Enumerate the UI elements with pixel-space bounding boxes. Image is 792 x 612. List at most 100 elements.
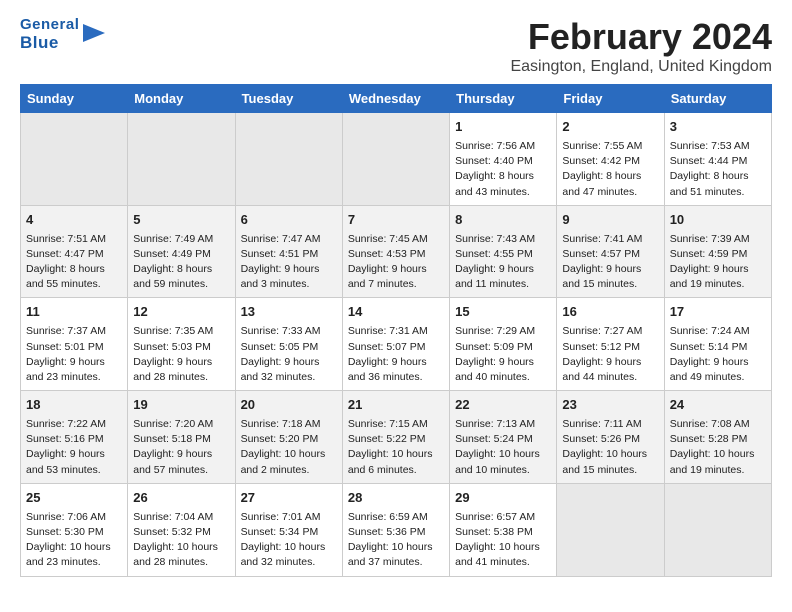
- day-info: Sunrise: 7:39 AM Sunset: 4:59 PM Dayligh…: [670, 232, 766, 293]
- header: General Blue February 2024 Easington, En…: [20, 16, 772, 76]
- calendar-cell: 29 Sunrise: 6:57 AM Sunset: 5:38 PM Dayli…: [450, 483, 557, 576]
- logo-flag-icon: [83, 24, 105, 42]
- calendar-cell: 26Sunrise: 7:04 AM Sunset: 5:32 PM Dayli…: [128, 483, 235, 576]
- day-number: 20: [241, 396, 337, 415]
- day-info: Sunrise: 7:01 AM Sunset: 5:34 PM Dayligh…: [241, 510, 337, 571]
- weekday-header: Monday: [128, 85, 235, 113]
- logo: General Blue: [20, 16, 105, 53]
- calendar-week-row: 1 Sunrise: 7:56 AM Sunset: 4:40 PM Daylig…: [21, 113, 772, 206]
- calendar-cell: 9 Sunrise: 7:41 AM Sunset: 4:57 PM Daylig…: [557, 205, 664, 298]
- calendar-cell: 20Sunrise: 7:18 AM Sunset: 5:20 PM Dayli…: [235, 391, 342, 484]
- calendar-week-row: 18 Sunrise: 7:22 AM Sunset: 5:16 PM Dayli…: [21, 391, 772, 484]
- calendar-cell: 27 Sunrise: 7:01 AM Sunset: 5:34 PM Dayli…: [235, 483, 342, 576]
- calendar-cell: 23 Sunrise: 7:11 AM Sunset: 5:26 PM Dayli…: [557, 391, 664, 484]
- calendar-cell: 13 Sunrise: 7:33 AM Sunset: 5:05 PM Dayli…: [235, 298, 342, 391]
- calendar-week-row: 4 Sunrise: 7:51 AM Sunset: 4:47 PM Daylig…: [21, 205, 772, 298]
- calendar-cell: 14 Sunrise: 7:31 AM Sunset: 5:07 PM Dayli…: [342, 298, 449, 391]
- page-subtitle: Easington, England, United Kingdom: [510, 58, 772, 76]
- calendar-cell: 3 Sunrise: 7:53 AM Sunset: 4:44 PM Daylig…: [664, 113, 771, 206]
- day-number: 4: [26, 211, 122, 230]
- day-info: Sunrise: 7:06 AM Sunset: 5:30 PM Dayligh…: [26, 510, 122, 571]
- weekday-header: Saturday: [664, 85, 771, 113]
- day-number: 27: [241, 489, 337, 508]
- page-title: February 2024: [510, 16, 772, 58]
- day-number: 8: [455, 211, 551, 230]
- calendar-cell: 15 Sunrise: 7:29 AM Sunset: 5:09 PM Dayli…: [450, 298, 557, 391]
- calendar-cell: 25Sunrise: 7:06 AM Sunset: 5:30 PM Dayli…: [21, 483, 128, 576]
- day-info: Sunrise: 7:53 AM Sunset: 4:44 PM Dayligh…: [670, 139, 766, 200]
- day-number: 16: [562, 303, 658, 322]
- weekday-header: Tuesday: [235, 85, 342, 113]
- calendar-cell: [664, 483, 771, 576]
- weekday-header: Thursday: [450, 85, 557, 113]
- day-info: Sunrise: 7:22 AM Sunset: 5:16 PM Dayligh…: [26, 417, 122, 478]
- day-info: Sunrise: 6:59 AM Sunset: 5:36 PM Dayligh…: [348, 510, 444, 571]
- day-number: 15: [455, 303, 551, 322]
- day-number: 3: [670, 118, 766, 137]
- day-number: 12: [133, 303, 229, 322]
- day-info: Sunrise: 7:33 AM Sunset: 5:05 PM Dayligh…: [241, 324, 337, 385]
- day-info: Sunrise: 7:31 AM Sunset: 5:07 PM Dayligh…: [348, 324, 444, 385]
- calendar-cell: 4 Sunrise: 7:51 AM Sunset: 4:47 PM Daylig…: [21, 205, 128, 298]
- title-area: February 2024 Easington, England, United…: [510, 16, 772, 76]
- day-info: Sunrise: 7:37 AM Sunset: 5:01 PM Dayligh…: [26, 324, 122, 385]
- day-info: Sunrise: 7:55 AM Sunset: 4:42 PM Dayligh…: [562, 139, 658, 200]
- day-number: 9: [562, 211, 658, 230]
- day-info: Sunrise: 7:20 AM Sunset: 5:18 PM Dayligh…: [133, 417, 229, 478]
- calendar-cell: 28 Sunrise: 6:59 AM Sunset: 5:36 PM Dayli…: [342, 483, 449, 576]
- day-number: 18: [26, 396, 122, 415]
- day-info: Sunrise: 7:56 AM Sunset: 4:40 PM Dayligh…: [455, 139, 551, 200]
- day-info: Sunrise: 7:41 AM Sunset: 4:57 PM Dayligh…: [562, 232, 658, 293]
- day-info: Sunrise: 7:29 AM Sunset: 5:09 PM Dayligh…: [455, 324, 551, 385]
- calendar-cell: 21Sunrise: 7:15 AM Sunset: 5:22 PM Dayli…: [342, 391, 449, 484]
- day-number: 29: [455, 489, 551, 508]
- day-number: 1: [455, 118, 551, 137]
- calendar-cell: 2Sunrise: 7:55 AM Sunset: 4:42 PM Daylig…: [557, 113, 664, 206]
- calendar-cell: 19 Sunrise: 7:20 AM Sunset: 5:18 PM Dayli…: [128, 391, 235, 484]
- day-info: Sunrise: 7:43 AM Sunset: 4:55 PM Dayligh…: [455, 232, 551, 293]
- day-info: Sunrise: 6:57 AM Sunset: 5:38 PM Dayligh…: [455, 510, 551, 571]
- calendar-cell: 24 Sunrise: 7:08 AM Sunset: 5:28 PM Dayli…: [664, 391, 771, 484]
- calendar-cell: 6 Sunrise: 7:47 AM Sunset: 4:51 PM Daylig…: [235, 205, 342, 298]
- calendar-cell: 12 Sunrise: 7:35 AM Sunset: 5:03 PM Dayli…: [128, 298, 235, 391]
- calendar-cell: [557, 483, 664, 576]
- day-info: Sunrise: 7:47 AM Sunset: 4:51 PM Dayligh…: [241, 232, 337, 293]
- calendar-cell: [21, 113, 128, 206]
- calendar-table: SundayMondayTuesdayWednesdayThursdayFrid…: [20, 84, 772, 577]
- calendar-cell: [235, 113, 342, 206]
- day-number: 14: [348, 303, 444, 322]
- day-info: Sunrise: 7:35 AM Sunset: 5:03 PM Dayligh…: [133, 324, 229, 385]
- day-info: Sunrise: 7:49 AM Sunset: 4:49 PM Dayligh…: [133, 232, 229, 293]
- calendar-cell: [128, 113, 235, 206]
- day-info: Sunrise: 7:08 AM Sunset: 5:28 PM Dayligh…: [670, 417, 766, 478]
- calendar-cell: 18 Sunrise: 7:22 AM Sunset: 5:16 PM Dayli…: [21, 391, 128, 484]
- day-number: 23: [562, 396, 658, 415]
- day-number: 19: [133, 396, 229, 415]
- day-number: 17: [670, 303, 766, 322]
- calendar-header-row: SundayMondayTuesdayWednesdayThursdayFrid…: [21, 85, 772, 113]
- day-number: 11: [26, 303, 122, 322]
- calendar-week-row: 11 Sunrise: 7:37 AM Sunset: 5:01 PM Dayli…: [21, 298, 772, 391]
- calendar-cell: 8 Sunrise: 7:43 AM Sunset: 4:55 PM Daylig…: [450, 205, 557, 298]
- day-number: 7: [348, 211, 444, 230]
- day-number: 22: [455, 396, 551, 415]
- calendar-cell: 10Sunrise: 7:39 AM Sunset: 4:59 PM Dayli…: [664, 205, 771, 298]
- day-number: 6: [241, 211, 337, 230]
- weekday-header: Wednesday: [342, 85, 449, 113]
- calendar-cell: 11 Sunrise: 7:37 AM Sunset: 5:01 PM Dayli…: [21, 298, 128, 391]
- weekday-header: Sunday: [21, 85, 128, 113]
- calendar-cell: [342, 113, 449, 206]
- day-number: 24: [670, 396, 766, 415]
- day-info: Sunrise: 7:45 AM Sunset: 4:53 PM Dayligh…: [348, 232, 444, 293]
- day-number: 13: [241, 303, 337, 322]
- calendar-cell: 16Sunrise: 7:27 AM Sunset: 5:12 PM Dayli…: [557, 298, 664, 391]
- day-number: 5: [133, 211, 229, 230]
- day-info: Sunrise: 7:24 AM Sunset: 5:14 PM Dayligh…: [670, 324, 766, 385]
- day-info: Sunrise: 7:51 AM Sunset: 4:47 PM Dayligh…: [26, 232, 122, 293]
- calendar-week-row: 25Sunrise: 7:06 AM Sunset: 5:30 PM Dayli…: [21, 483, 772, 576]
- calendar-cell: 7 Sunrise: 7:45 AM Sunset: 4:53 PM Daylig…: [342, 205, 449, 298]
- logo-general-text: General: [20, 16, 79, 33]
- day-info: Sunrise: 7:11 AM Sunset: 5:26 PM Dayligh…: [562, 417, 658, 478]
- logo-blue-text: Blue: [20, 33, 79, 53]
- day-number: 28: [348, 489, 444, 508]
